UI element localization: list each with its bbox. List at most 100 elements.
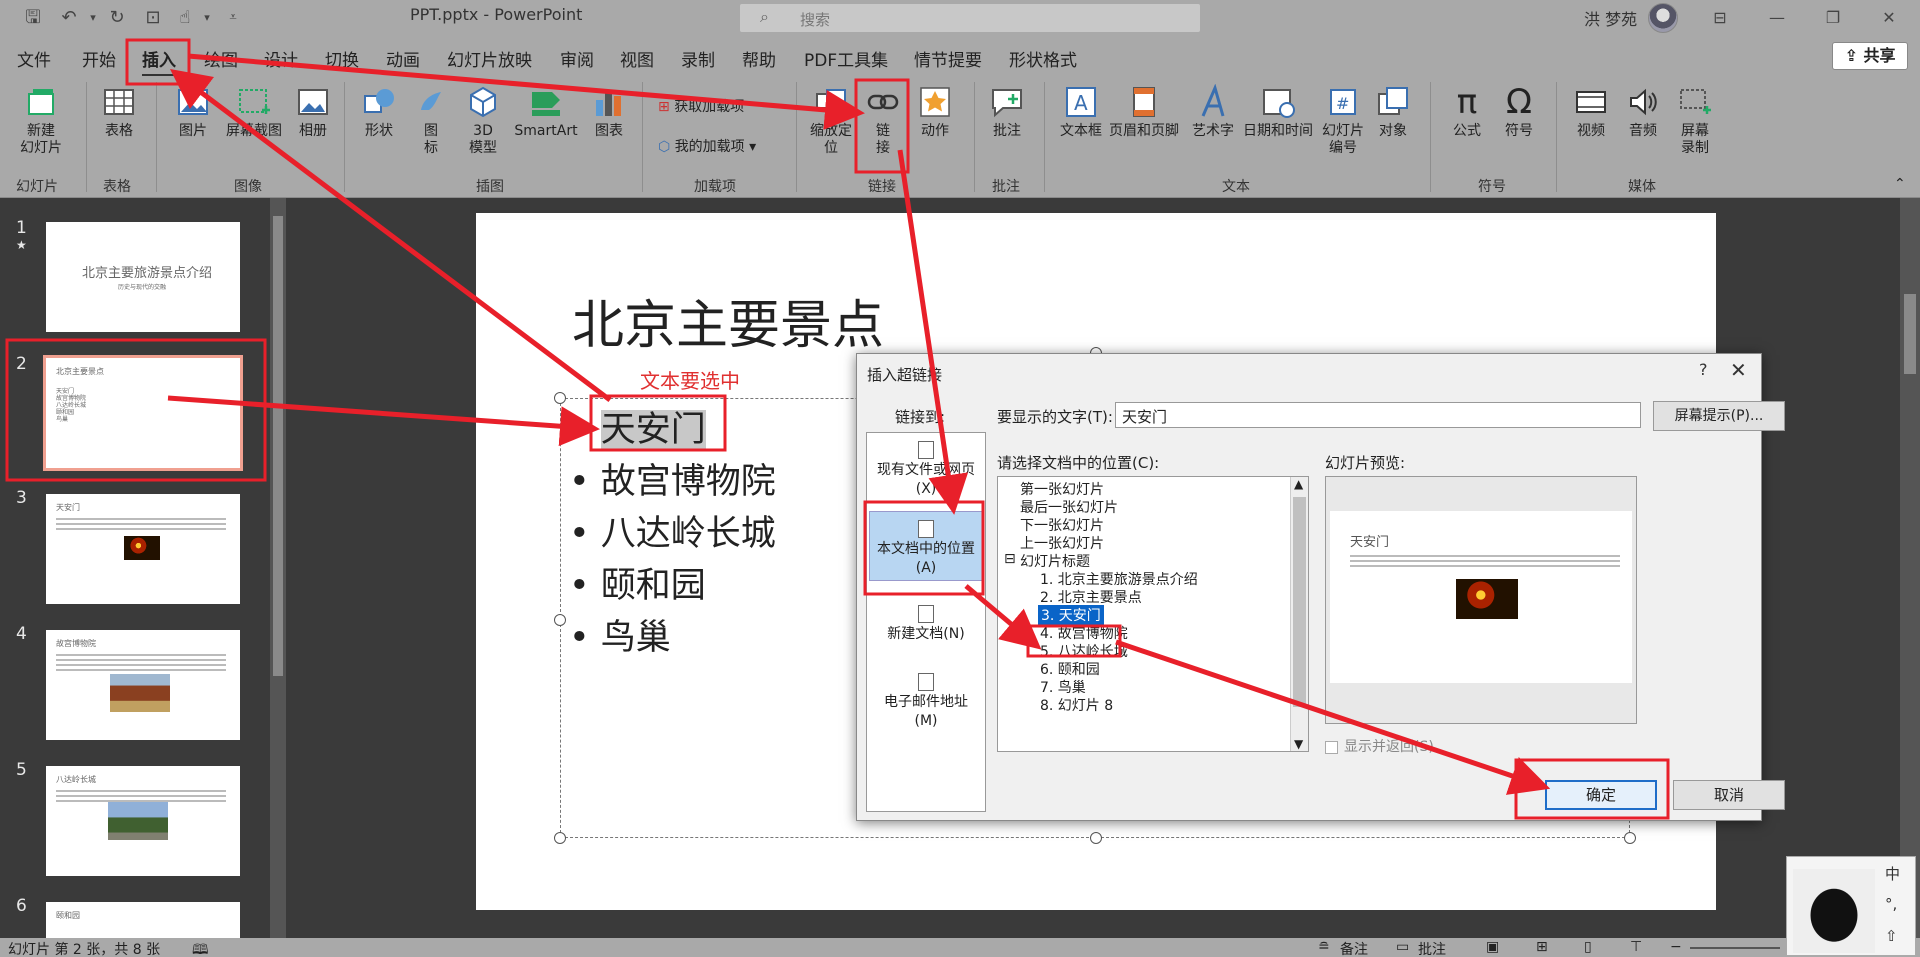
ok-button[interactable]: 确定 xyxy=(1545,780,1657,810)
tree-item[interactable]: 2. 北京主要景点 xyxy=(1040,587,1142,607)
show-and-return-checkbox[interactable]: 显示并返回(S) xyxy=(1325,736,1434,756)
close-icon[interactable]: ✕ xyxy=(1730,358,1747,382)
screentip-button[interactable]: 屏幕提示(P)... xyxy=(1653,401,1785,431)
action-button[interactable]: 动作 xyxy=(912,84,958,140)
tab-animations[interactable]: 动画 xyxy=(386,46,420,71)
tab-design[interactable]: 设计 xyxy=(264,46,298,71)
tree-item[interactable]: 1. 北京主要旅游景点介绍 xyxy=(1040,569,1198,589)
cancel-button[interactable]: 取消 xyxy=(1673,780,1785,810)
present-icon[interactable]: ⊡ xyxy=(142,7,164,29)
zoom-button[interactable]: 缩放定 位 xyxy=(806,84,856,157)
save-icon[interactable]: 🖫 xyxy=(22,7,44,29)
touch-mode-icon[interactable]: ☝ xyxy=(174,7,196,29)
tree-item-selected[interactable]: 3. 天安门 xyxy=(1038,605,1104,625)
slideshow-view-icon[interactable]: ⊤ xyxy=(1630,939,1642,955)
tab-help[interactable]: 帮助 xyxy=(742,46,776,71)
tab-insert[interactable]: 插入 xyxy=(142,46,176,77)
avatar[interactable] xyxy=(1648,3,1678,33)
equation-button[interactable]: π 公式 xyxy=(1444,84,1490,140)
display-text-input[interactable]: 天安门 xyxy=(1115,402,1641,428)
bullet-item[interactable]: • 八达岭长城 xyxy=(569,505,776,556)
wordart-button[interactable]: 艺术字 xyxy=(1186,84,1240,140)
share-button[interactable]: ⇪ 共享 xyxy=(1832,42,1908,70)
header-footer-button[interactable]: 页眉和页脚 xyxy=(1106,84,1182,140)
search-box[interactable]: ⌕ 搜索 xyxy=(740,4,1200,32)
my-addins-button[interactable]: ⬡ 我的加载项 ▾ xyxy=(658,136,756,156)
slide-thumbnail-6[interactable]: 颐和园 xyxy=(46,902,240,938)
slide-thumbnail-3[interactable]: 天安门 xyxy=(46,494,240,604)
undo-dropdown-icon[interactable]: ▾ xyxy=(82,7,104,29)
slide-thumbnail-4[interactable]: 故宫博物院 xyxy=(46,630,240,740)
bullet-item[interactable]: • 颐和园 xyxy=(569,557,706,608)
bullet-item[interactable]: • 鸟巢 xyxy=(569,609,671,660)
tree-item[interactable]: 6. 颐和园 xyxy=(1040,659,1100,679)
reading-view-icon[interactable]: ▯ xyxy=(1584,939,1592,955)
tab-shape-format[interactable]: 形状格式 xyxy=(1009,46,1077,71)
redo-icon[interactable]: ↻ xyxy=(106,7,128,29)
ime-key[interactable]: 中 xyxy=(1885,863,1900,884)
tree-item[interactable]: 幻灯片标题 xyxy=(1020,551,1090,571)
object-button[interactable]: 对象 xyxy=(1370,84,1416,140)
ribbon-display-icon[interactable]: ⊟ xyxy=(1705,5,1735,31)
customize-qat-icon[interactable]: ⩡ xyxy=(222,7,244,29)
new-slide-button[interactable]: 新建 幻灯片 xyxy=(10,84,72,157)
resize-handle[interactable] xyxy=(1624,832,1636,844)
tab-home[interactable]: 开始 xyxy=(82,46,116,71)
resize-handle[interactable] xyxy=(554,614,566,626)
tree-item[interactable]: 最后一张幻灯片 xyxy=(1020,497,1118,517)
tree-item[interactable]: 4. 故宫博物院 xyxy=(1040,623,1128,643)
ime-widget[interactable]: 中 °, ⇧ xyxy=(1786,856,1916,956)
tree-item[interactable]: 上一张幻灯片 xyxy=(1020,533,1104,553)
scrollbar-thumb[interactable] xyxy=(1293,497,1306,707)
slide-thumbnail-1[interactable]: 北京主要旅游景点介绍 历史与现代的交融 xyxy=(46,222,240,332)
ime-key[interactable]: °, xyxy=(1885,895,1897,913)
textbox-button[interactable]: A 文本框 xyxy=(1054,84,1108,140)
zoom-slider[interactable] xyxy=(1690,947,1780,949)
datetime-button[interactable]: 日期和时间 xyxy=(1240,84,1316,140)
touch-dropdown-icon[interactable]: ▾ xyxy=(196,7,218,29)
tree-item[interactable]: 下一张幻灯片 xyxy=(1020,515,1104,535)
help-icon[interactable]: ? xyxy=(1699,360,1708,379)
slide-title[interactable]: 北京主要景点 xyxy=(572,283,884,358)
tab-slideshow[interactable]: 幻灯片放映 xyxy=(447,46,532,71)
user-name[interactable]: 洪 梦苑 xyxy=(1584,6,1637,30)
tree-item[interactable]: 第一张幻灯片 xyxy=(1020,479,1104,499)
link-to-place-in-document[interactable]: 本文档中的位置 (A) xyxy=(869,511,983,581)
accessibility-icon[interactable]: 🕮 xyxy=(192,939,209,957)
close-window-icon[interactable]: ✕ xyxy=(1874,5,1904,31)
tab-draw[interactable]: 绘图 xyxy=(204,46,238,71)
bullet-item[interactable]: • 故宫博物院 xyxy=(569,453,776,504)
symbol-button[interactable]: Ω 符号 xyxy=(1496,84,1542,140)
document-place-tree[interactable]: 第一张幻灯片 最后一张幻灯片 下一张幻灯片 上一张幻灯片 ⊟ 幻灯片标题 1. … xyxy=(997,476,1309,752)
ime-key[interactable]: ⇧ xyxy=(1885,927,1898,945)
shapes-button[interactable]: 形状 xyxy=(356,84,402,140)
tree-scrollbar[interactable]: ▲ ▼ xyxy=(1290,477,1308,751)
comment-button[interactable]: 批注 xyxy=(984,84,1030,140)
bullet-item[interactable]: • 天安门 xyxy=(569,401,706,452)
resize-handle[interactable] xyxy=(554,392,566,404)
normal-view-icon[interactable]: ▣ xyxy=(1486,939,1499,955)
scroll-down-icon[interactable]: ▼ xyxy=(1294,737,1303,751)
tab-storyboard[interactable]: 情节提要 xyxy=(914,46,982,71)
tree-item[interactable]: 7. 鸟巢 xyxy=(1040,677,1086,697)
resize-handle[interactable] xyxy=(1090,832,1102,844)
resize-handle[interactable] xyxy=(554,832,566,844)
undo-icon[interactable]: ↶ xyxy=(58,7,80,29)
zoom-out-icon[interactable]: − xyxy=(1670,939,1682,955)
smartart-button[interactable]: SmartArt xyxy=(510,84,582,140)
minimize-icon[interactable]: — xyxy=(1762,5,1792,31)
screenshot-button[interactable]: 屏幕截图 xyxy=(218,84,290,140)
tab-review[interactable]: 审阅 xyxy=(560,46,594,71)
notes-button[interactable]: 备注 xyxy=(1340,939,1368,957)
comments-button[interactable]: 批注 xyxy=(1418,939,1446,957)
scrollbar-thumb[interactable] xyxy=(273,216,283,676)
tab-record[interactable]: 录制 xyxy=(681,46,715,71)
scrollbar-thumb[interactable] xyxy=(1904,294,1916,374)
slide-thumbnail-5[interactable]: 八达岭长城 xyxy=(46,766,240,876)
link-to-existing-file[interactable]: 现有文件或网页 (X) xyxy=(869,441,983,507)
link-to-email[interactable]: 电子邮件地址 (M) xyxy=(869,673,983,733)
video-button[interactable]: 视频 xyxy=(1568,84,1614,140)
collapse-ribbon-icon[interactable]: ⌃ xyxy=(1894,176,1906,192)
table-button[interactable]: 表格 xyxy=(96,84,142,140)
chart-button[interactable]: 图表 xyxy=(586,84,632,140)
